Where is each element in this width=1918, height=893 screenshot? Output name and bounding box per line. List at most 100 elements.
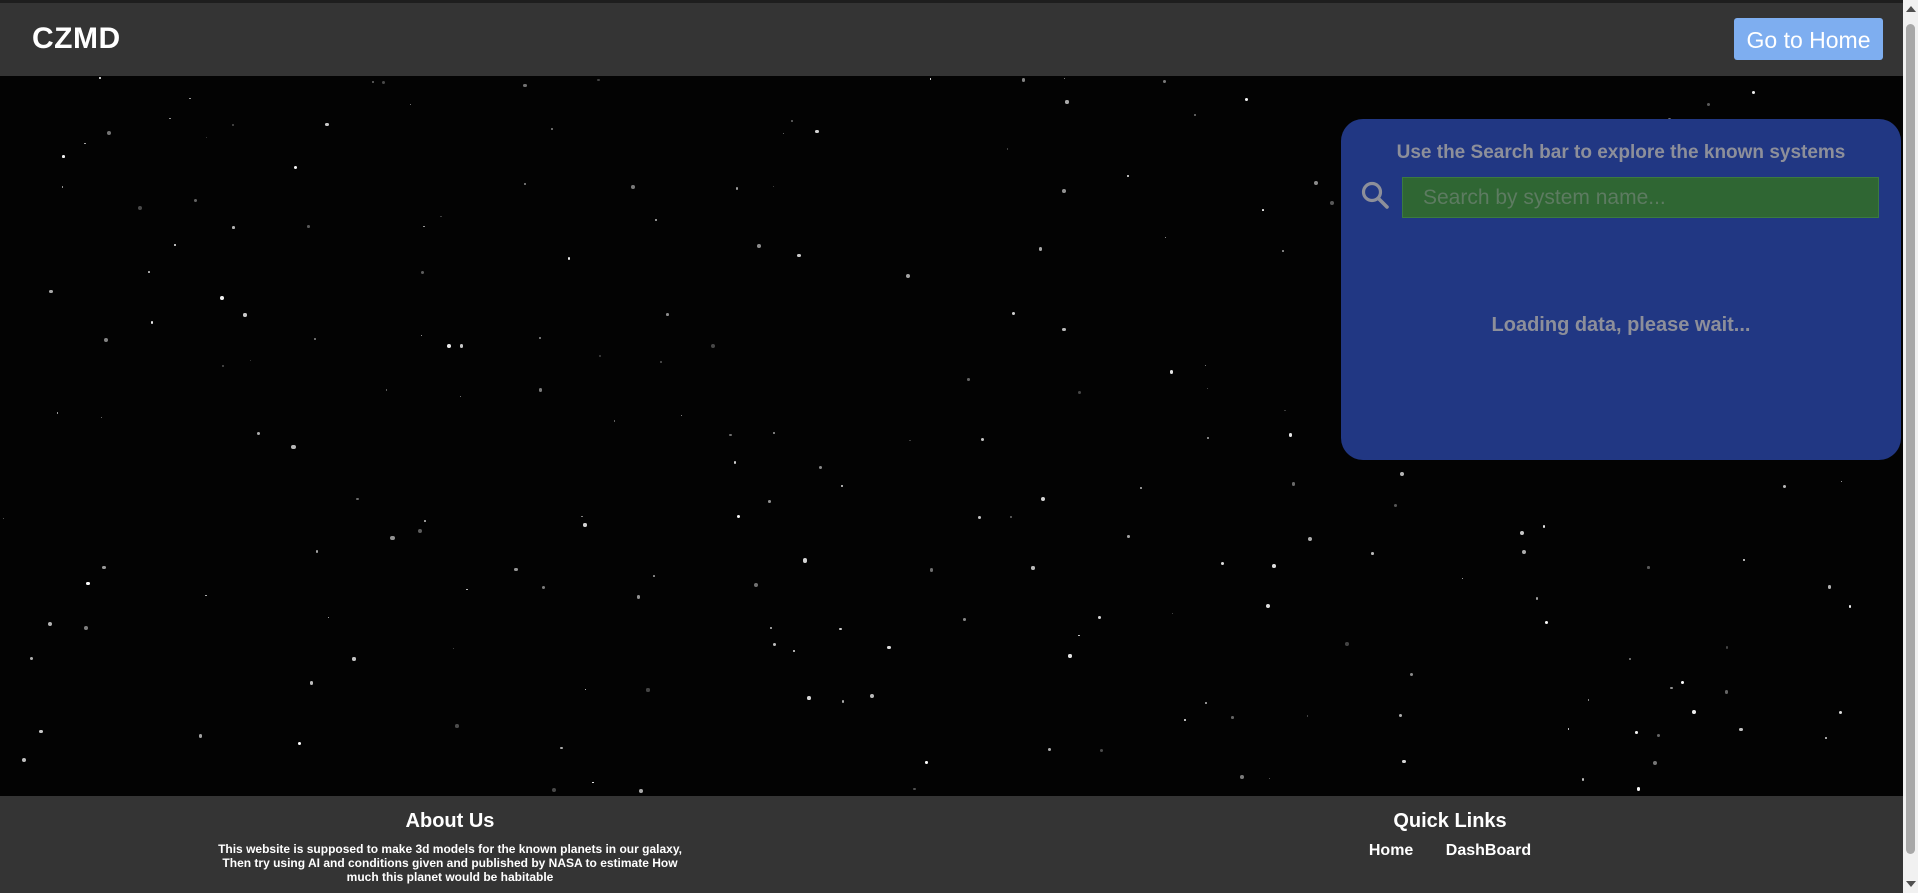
star [1825, 737, 1828, 740]
search-icon [1361, 181, 1389, 209]
star [737, 515, 741, 519]
star [1126, 174, 1129, 178]
star [1520, 530, 1525, 535]
star [169, 117, 171, 120]
star [802, 558, 808, 563]
star [1410, 673, 1414, 677]
star [107, 131, 112, 136]
vertical-scrollbar[interactable] [1903, 0, 1918, 893]
star [452, 647, 455, 650]
star [1207, 387, 1209, 390]
star [929, 568, 934, 572]
star [220, 296, 225, 301]
star [297, 742, 301, 746]
star [1262, 209, 1264, 211]
star [887, 645, 891, 650]
star [173, 243, 176, 247]
star [599, 354, 602, 357]
star [756, 244, 761, 248]
star [1271, 564, 1276, 569]
star [440, 215, 442, 218]
quick-link-home[interactable]: Home [1369, 842, 1413, 859]
star [1544, 620, 1549, 625]
star [514, 567, 518, 572]
star [194, 198, 198, 202]
go-to-home-button[interactable]: Go to Home [1734, 18, 1883, 60]
star [1308, 536, 1313, 541]
star [100, 416, 103, 419]
star [1230, 716, 1234, 720]
star [385, 389, 387, 391]
star [1165, 237, 1167, 239]
star [1725, 646, 1728, 649]
star [423, 519, 426, 522]
star [1282, 250, 1284, 252]
star [1171, 612, 1174, 614]
star [735, 187, 739, 190]
star [1636, 786, 1641, 791]
star [1063, 77, 1065, 79]
footer: About Us This website is supposed to mak… [0, 796, 1903, 893]
star [1461, 577, 1464, 579]
star [86, 581, 90, 585]
star [583, 523, 587, 527]
system-search-input[interactable] [1402, 177, 1879, 218]
star [1040, 497, 1045, 502]
star [418, 528, 423, 533]
star [466, 588, 469, 591]
star [1240, 775, 1245, 779]
star [793, 649, 796, 652]
brand-logo[interactable]: CZMD [32, 22, 121, 56]
quick-links-section: Quick Links Home DashBoard [1300, 810, 1600, 860]
star [306, 225, 310, 229]
star [772, 185, 775, 188]
star [189, 97, 191, 99]
star [1078, 390, 1082, 394]
star [1265, 603, 1270, 608]
star [929, 78, 931, 80]
star [1006, 148, 1009, 150]
star [1031, 566, 1035, 570]
star [356, 497, 359, 500]
star [1838, 710, 1843, 714]
about-us-text: This website is supposed to make 3d mode… [218, 842, 682, 884]
star [523, 182, 527, 186]
star [560, 747, 563, 750]
header-bar: CZMD Go to Home [0, 3, 1903, 76]
star [538, 388, 543, 392]
star [1206, 436, 1210, 440]
star [1245, 98, 1249, 102]
star [291, 445, 296, 450]
star [455, 724, 459, 728]
star [1782, 484, 1787, 489]
star [38, 729, 43, 734]
scroll-down-arrow-icon[interactable] [1906, 881, 1916, 887]
star [1629, 658, 1632, 661]
star [371, 81, 374, 84]
scrollbar-thumb[interactable] [1906, 24, 1915, 854]
star [1048, 747, 1052, 751]
about-us-heading: About Us [405, 810, 495, 832]
star [1399, 472, 1404, 477]
star [681, 414, 683, 417]
star [772, 643, 776, 647]
star [1098, 615, 1102, 619]
star [1371, 552, 1375, 556]
star [1012, 311, 1016, 316]
scroll-up-arrow-icon[interactable] [1906, 6, 1916, 12]
star [584, 689, 586, 691]
star [1183, 718, 1186, 722]
star [523, 83, 527, 87]
star [1657, 733, 1661, 737]
search-panel-title: Use the Search bar to explore the known … [1396, 142, 1846, 163]
quick-link-dashboard[interactable]: DashBoard [1446, 842, 1531, 859]
star [1840, 480, 1843, 483]
star [293, 165, 297, 169]
star [99, 77, 101, 79]
star [1827, 585, 1832, 589]
star [977, 515, 982, 520]
star [869, 693, 874, 698]
star [1680, 681, 1684, 685]
star [925, 761, 928, 764]
star [1100, 749, 1104, 753]
